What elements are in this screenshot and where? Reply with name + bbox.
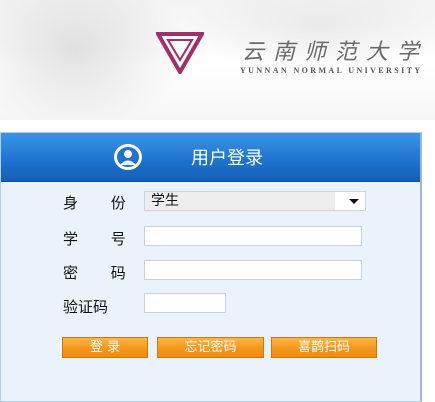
forgot-password-button[interactable]: 忘记密码 <box>157 337 264 358</box>
student-id-label: 学 号 <box>63 230 140 248</box>
login-title: 用户登录 <box>191 148 263 169</box>
site-banner: 云南师范大学 YUNNAN NORMAL UNIVERSITY <box>0 0 435 120</box>
password-label: 密 码 <box>63 264 140 282</box>
identity-label: 身 份 <box>63 194 140 212</box>
chevron-down-icon[interactable] <box>349 199 359 204</box>
user-icon <box>114 144 142 170</box>
university-logo-icon <box>156 32 204 74</box>
school-name-chinese: 云南师范大学 <box>242 40 429 65</box>
password-input[interactable] <box>144 260 362 280</box>
identity-selected-value: 学生 <box>145 192 335 210</box>
student-id-input[interactable] <box>144 226 362 246</box>
login-panel: 用户登录 身 份 学生 学 号 密 码 验证码 登 录 忘记密码 喜鹊扫码 <box>0 132 422 402</box>
scan-login-button[interactable]: 喜鹊扫码 <box>271 337 377 358</box>
captcha-input[interactable] <box>144 293 226 313</box>
identity-select[interactable]: 学生 <box>144 191 366 211</box>
login-button[interactable]: 登 录 <box>62 337 148 358</box>
school-name-english: YUNNAN NORMAL UNIVERSITY <box>240 66 423 75</box>
captcha-label: 验证码 <box>63 298 109 316</box>
login-panel-header: 用户登录 <box>1 133 420 182</box>
